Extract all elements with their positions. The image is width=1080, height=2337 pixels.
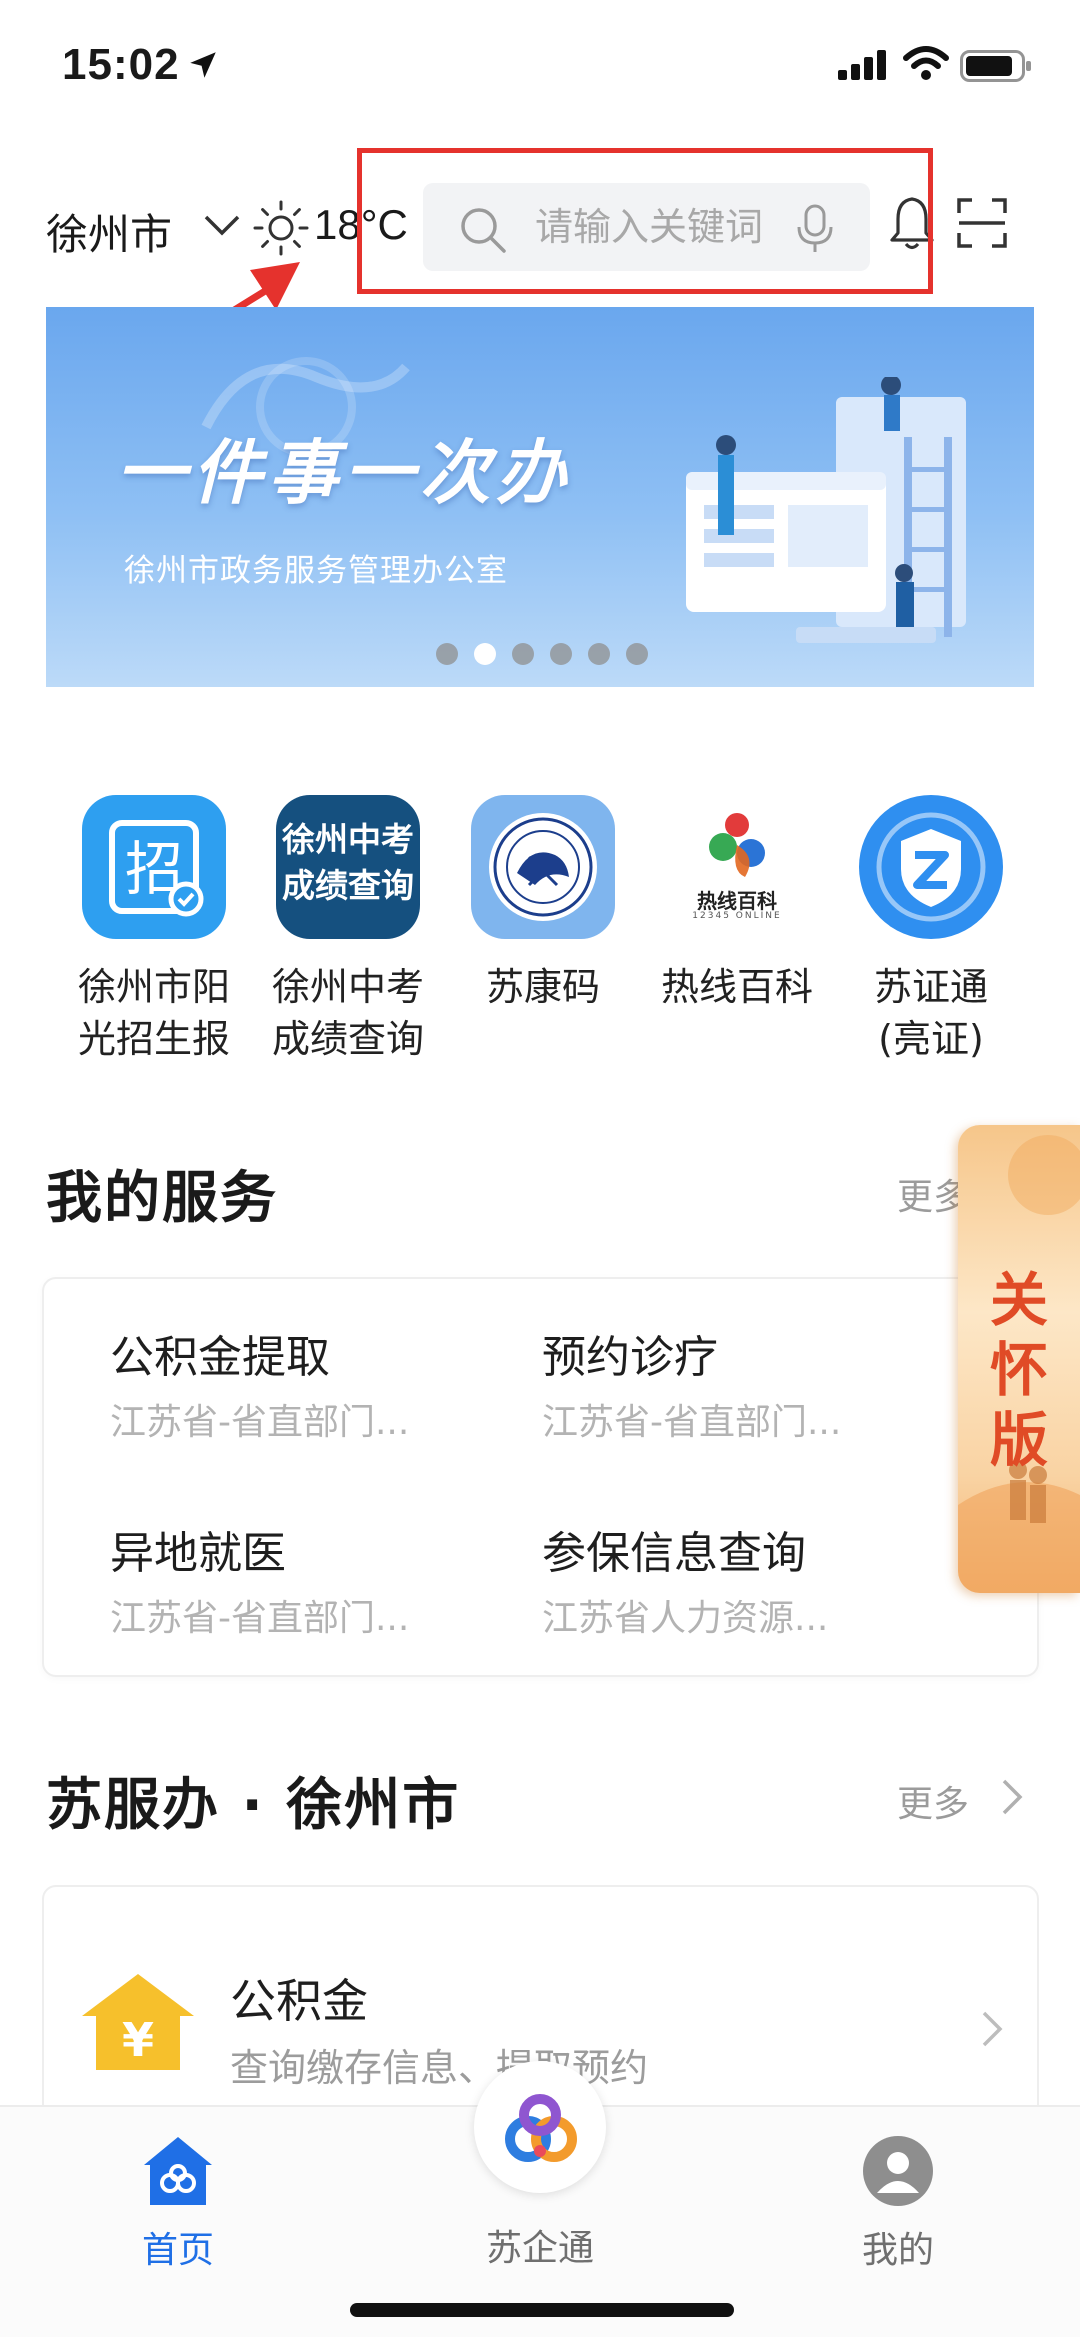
app-label-line2: (亮证) [878,1017,984,1061]
tab-center-button-bg [474,2061,606,2193]
battery-icon [960,50,1031,82]
tab-suqitong[interactable]: 苏企通 [440,2211,640,2271]
service-name: 公积金提取 [110,1332,330,1383]
app-label-line1: 苏证通 [873,965,988,1009]
app-label-line1: 徐州市阳 [77,965,230,1009]
app-label-line2: 成绩查询 [271,1017,424,1061]
app-label-line1: 热线百科 [660,965,813,1009]
tab-mine[interactable]: 我的 [798,2121,998,2273]
service-desc: 江苏省-省直部门... [110,1402,410,1443]
app-xuzhou-admission[interactable]: 招 徐州市阳 光招生报 [56,795,252,1065]
service-item[interactable]: 公积金提取 江苏省-省直部门... [110,1321,510,1445]
app-label-line2: 光招生报 [77,1017,230,1061]
service-desc: 江苏省-省直部门... [110,1598,410,1639]
banner-pagination [436,643,648,665]
service-name: 异地就医 [110,1528,286,1579]
service-item[interactable]: 预约诊疗 江苏省-省直部门... [542,1321,942,1445]
app-hotline-wiki[interactable]: 热线百科 12345 ONLINE 热线百科 [639,795,835,1013]
service-item[interactable]: 参保信息查询 江苏省人力资源... [542,1517,942,1641]
cell-signal-icon [838,50,886,80]
care-mode-char: 版 [989,1406,1048,1474]
exam-score-icon: 徐州中考 成绩查询 [276,795,420,939]
banner-dot[interactable] [626,643,648,665]
app-label-line1: 徐州中考 [271,965,424,1009]
exam-icon-text: 徐州中考 成绩查询 [276,817,420,909]
location-arrow-icon [190,52,216,78]
suzhengtong-icon [859,795,1003,939]
banner-subtitle: 徐州市政务服务管理办公室 [124,553,508,589]
status-bar: 15:02 [0,0,1080,130]
hotline-icon-subtext: 12345 ONLINE [692,911,782,921]
banner-title: 一件事一次办 [116,431,572,514]
app-suzhengtong[interactable]: 苏证通 (亮证) [833,795,1029,1065]
svg-text:¥: ¥ [122,2013,154,2067]
home-icon [144,2137,212,2205]
app-label-line1: 苏康码 [485,965,600,1009]
quick-apps-row: 招 徐州市阳 光招生报 徐州中考 成绩查询 徐州中考 成绩查询 苏康码 热线百科… [0,795,1080,1095]
chevron-right-icon [982,2011,1003,2047]
service-item[interactable]: 异地就医 江苏省-省直部门... [110,1517,510,1641]
user-avatar-icon [863,2136,933,2206]
service-name: 参保信息查询 [542,1528,806,1579]
city-section-more-link[interactable]: 更多 [897,1775,969,1827]
exam-icon-line1: 徐州中考 [282,820,414,859]
banner-dot[interactable] [588,643,610,665]
care-mode-char: 关 [989,1266,1048,1334]
city-section-title: 苏服办 · 徐州市 [46,1773,461,1838]
tab-label: 苏企通 [485,2228,594,2269]
chevron-down-icon[interactable] [202,211,242,239]
banner-dot[interactable] [550,643,572,665]
tab-label: 首页 [141,2230,214,2271]
chevron-right-icon[interactable] [1000,1777,1024,1817]
my-services-title: 我的服务 [46,1166,278,1231]
wifi-icon [903,46,949,80]
tab-home[interactable]: 首页 [78,2121,278,2273]
sukangma-seal-icon [471,795,615,939]
highlight-annotation-box [357,148,933,294]
app-sukangma[interactable]: 苏康码 [445,795,641,1013]
service-name: 预约诊疗 [542,1332,718,1383]
banner-dot[interactable] [436,643,458,665]
housing-fund-icon: ¥ [82,1974,194,2070]
hotline-wiki-icon: 热线百科 12345 ONLINE [665,795,809,939]
my-services-card: 公积金提取 江苏省-省直部门... 预约诊疗 江苏省-省直部门... 异地就医 … [42,1277,1039,1677]
exam-icon-line2: 成绩查询 [282,866,414,905]
hotline-icon-text: 热线百科 [697,889,777,913]
service-desc: 江苏省人力资源... [542,1598,829,1639]
banner-dot-active[interactable] [474,643,496,665]
care-mode-char: 怀 [989,1336,1048,1404]
promo-banner[interactable]: 一件事一次办 徐州市政务服务管理办公室 [46,307,1034,687]
zhao-icon: 招 [82,795,226,939]
care-mode-label: 关 怀 版 [958,1265,1080,1475]
suqitong-logo-icon [505,2094,577,2162]
home-indicator [350,2303,734,2317]
banner-dot[interactable] [512,643,534,665]
office-illustration [686,377,966,643]
service-desc: 江苏省-省直部门... [542,1402,842,1443]
list-item-title: 公积金 [230,1974,368,2028]
scan-icon[interactable] [956,197,1008,249]
app-xuzhou-exam-score[interactable]: 徐州中考 成绩查询 徐州中考 成绩查询 [250,795,446,1065]
status-time: 15:02 [62,40,180,89]
care-mode-button[interactable]: 关 怀 版 [958,1125,1080,1593]
tab-label: 我的 [861,2230,934,2271]
